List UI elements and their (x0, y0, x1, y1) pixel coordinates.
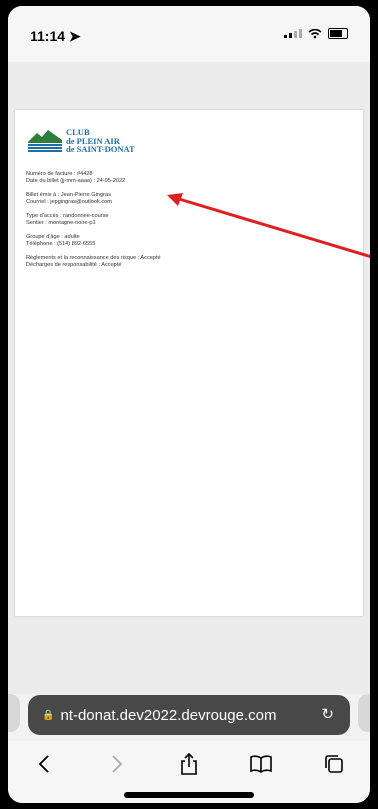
chevron-right-icon (111, 755, 122, 773)
ticket-date: Date du billet (jj-mm-aaaa) : 24-05-2022 (26, 178, 126, 184)
status-icons (284, 28, 348, 39)
holder-email: Courriel : jepgingras@outlook.com (26, 199, 112, 205)
rules-acceptance: Règlements et la reconnaissance des risq… (26, 255, 161, 261)
bookmarks-button[interactable] (246, 749, 276, 779)
ticket-document: CLUB de PLEIN AIR de SAINT-DONAT Numéro … (15, 110, 363, 616)
rules-group: Règlements et la reconnaissance des risq… (26, 255, 161, 269)
logo-mountain-icon (28, 130, 62, 152)
next-tab-stub[interactable] (358, 694, 370, 732)
url-text: nt-donat.dev2022.devrouge.com (60, 706, 277, 724)
tabs-button[interactable] (319, 749, 349, 779)
lock-icon: 🔒 (42, 709, 55, 721)
reload-icon[interactable]: ↻ (321, 705, 334, 723)
access-type: Type d'accès : randonnee-course (26, 213, 109, 219)
tabs-icon (324, 755, 343, 773)
location-icon: ➤ (68, 28, 81, 44)
share-button[interactable] (174, 749, 204, 779)
share-icon (181, 753, 197, 775)
signal-icon (284, 29, 302, 38)
book-icon (250, 755, 273, 773)
annotation-arrow (167, 193, 370, 259)
invoice-group: Numéro de facture : #4428 Date du billet… (26, 171, 161, 185)
forward-button[interactable] (102, 749, 132, 779)
wifi-icon (308, 28, 322, 38)
back-button[interactable] (29, 749, 59, 779)
access-group: Type d'accès : randonnee-course Sentier … (26, 213, 161, 227)
status-time: 11:14 ➤ (30, 28, 81, 44)
phone-screen: 11:14 ➤ CLUB de PLEIN AIR de SAINT-DONAT (8, 6, 370, 803)
liability-waiver: Décharges de responsabilité : Accepté (26, 262, 122, 268)
pdf-viewer[interactable]: CLUB de PLEIN AIR de SAINT-DONAT Numéro … (8, 62, 370, 694)
status-bar: 11:14 ➤ (8, 6, 370, 62)
phone-number: Téléphone : (514) 892-6555 (26, 241, 96, 247)
invoice-number: Numéro de facture : #4428 (26, 171, 93, 177)
address-bar[interactable]: 🔒 nt-donat.dev2022.devrouge.com ↻ (28, 695, 350, 735)
age-group: Groupe d'âge : adulte Téléphone : (514) … (26, 234, 161, 248)
ticket-holder: Billet émis à : Jean-Pierre Gingras (26, 192, 111, 198)
home-indicator[interactable] (124, 792, 254, 798)
club-logo: CLUB de PLEIN AIR de SAINT-DONAT (28, 128, 135, 154)
trail: Sentier : montagne-noire-p1 (26, 220, 96, 226)
ticket-fields: Numéro de facture : #4428 Date du billet… (26, 171, 161, 276)
age-group-value: Groupe d'âge : adulte (26, 234, 80, 240)
holder-group: Billet émis à : Jean-Pierre Gingras Cour… (26, 192, 161, 206)
chevron-left-icon (38, 755, 49, 773)
battery-icon (328, 28, 348, 39)
logo-line-3: de SAINT-DONAT (66, 144, 135, 154)
previous-tab-stub[interactable] (8, 694, 20, 732)
